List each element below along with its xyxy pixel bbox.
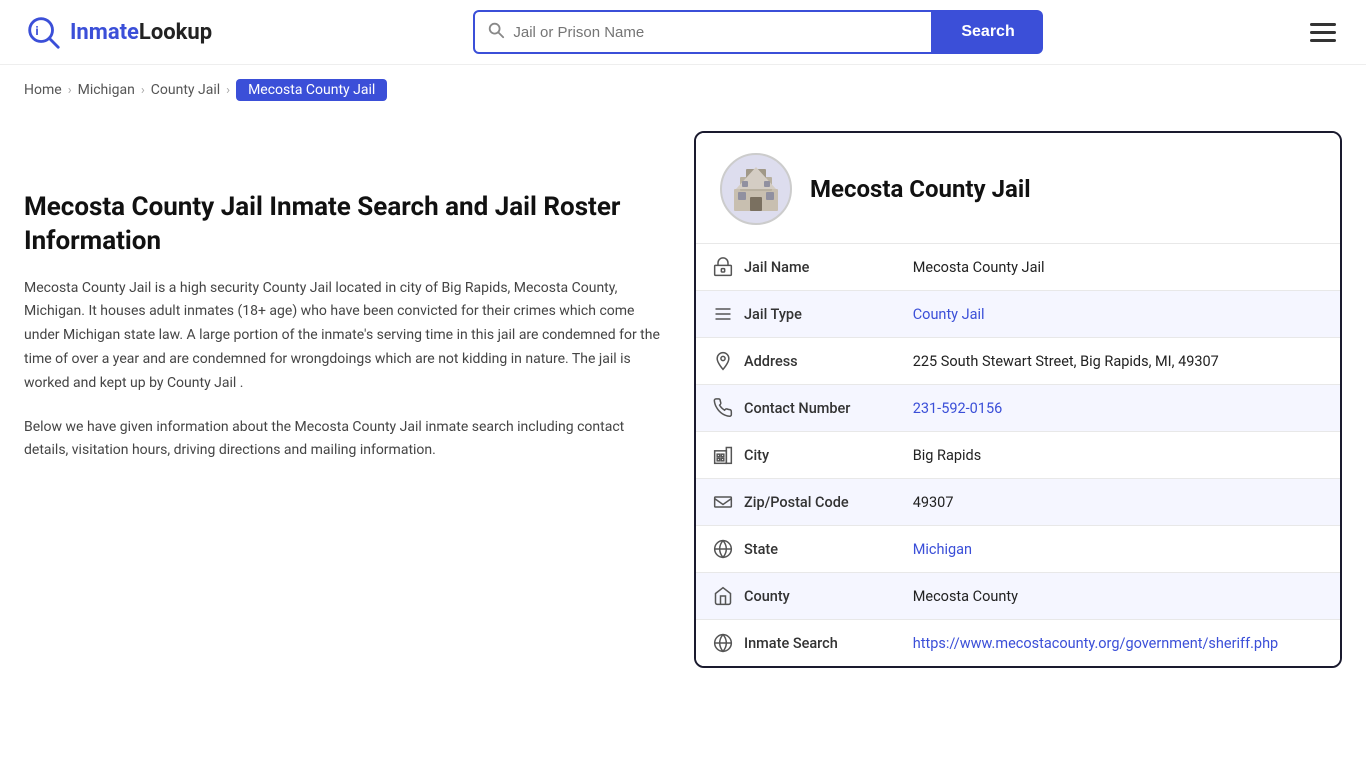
breadcrumb-home[interactable]: Home bbox=[24, 82, 62, 98]
search-area: Search bbox=[473, 10, 1042, 54]
table-row: Jail Type County Jail bbox=[696, 291, 1340, 338]
row-label: Contact Number bbox=[744, 400, 850, 417]
globe-icon bbox=[712, 539, 734, 559]
row-label: Address bbox=[744, 353, 798, 370]
row-label: State bbox=[744, 541, 778, 558]
row-label-cell: Jail Type bbox=[696, 291, 876, 337]
row-label: Zip/Postal Code bbox=[744, 494, 849, 511]
list-icon bbox=[712, 304, 734, 324]
menu-button[interactable] bbox=[1304, 17, 1342, 48]
table-row: State Michigan bbox=[696, 526, 1340, 573]
row-label: County bbox=[744, 588, 790, 605]
row-label-cell: Zip/Postal Code bbox=[696, 479, 876, 525]
row-label-cell: Inmate Search bbox=[696, 620, 876, 666]
table-row: County Mecosta County bbox=[696, 573, 1340, 620]
row-value-cell[interactable]: 231-592-0156 bbox=[897, 385, 1340, 432]
breadcrumb-michigan[interactable]: Michigan bbox=[78, 82, 135, 98]
row-value-cell: Mecosta County Jail bbox=[897, 244, 1340, 291]
breadcrumb-county-jail[interactable]: County Jail bbox=[151, 82, 220, 98]
row-value-cell[interactable]: Michigan bbox=[897, 526, 1340, 573]
row-value-cell[interactable]: County Jail bbox=[897, 291, 1340, 338]
breadcrumb-sep3: › bbox=[226, 83, 230, 98]
city-icon bbox=[712, 445, 734, 465]
row-label-cell: Jail Name bbox=[696, 244, 876, 290]
row-value-link[interactable]: County Jail bbox=[913, 306, 985, 323]
row-value-link[interactable]: https://www.mecostacounty.org/government… bbox=[913, 635, 1278, 652]
table-row: Jail Name Mecosta County Jail bbox=[696, 244, 1340, 291]
row-label-cell: City bbox=[696, 432, 876, 478]
search-input[interactable] bbox=[513, 24, 919, 41]
main-content: Mecosta County Jail Inmate Search and Ja… bbox=[0, 111, 1366, 708]
search-box bbox=[473, 10, 933, 54]
table-row: Contact Number 231-592-0156 bbox=[696, 385, 1340, 432]
breadcrumb-sep2: › bbox=[141, 83, 145, 98]
row-label: Inmate Search bbox=[744, 635, 838, 652]
row-label-cell: Address bbox=[696, 338, 876, 384]
row-value-cell: Mecosta County bbox=[897, 573, 1340, 620]
table-row: Address 225 South Stewart Street, Big Rap… bbox=[696, 338, 1340, 385]
page-description-2: Below we have given information about th… bbox=[24, 416, 664, 464]
row-label: Jail Type bbox=[744, 306, 802, 323]
table-row: Inmate Search https://www.mecostacounty.o… bbox=[696, 620, 1340, 667]
table-row: City Big Rapids bbox=[696, 432, 1340, 479]
jail-building-icon bbox=[726, 159, 786, 219]
row-value-cell: 49307 bbox=[897, 479, 1340, 526]
jail-icon bbox=[712, 257, 734, 277]
logo-text: InmateLookup bbox=[70, 20, 212, 45]
jail-info-table: Jail Name Mecosta County Jail Jail Type Cou… bbox=[696, 243, 1340, 666]
logo[interactable]: i InmateLookup bbox=[24, 13, 212, 51]
search-button[interactable]: Search bbox=[933, 10, 1042, 54]
row-value-cell[interactable]: https://www.mecostacounty.org/government… bbox=[897, 620, 1340, 667]
hamburger-line3 bbox=[1310, 39, 1336, 42]
right-column: Mecosta County Jail Jail Name Mecosta Cou… bbox=[694, 131, 1342, 668]
row-label-cell: Contact Number bbox=[696, 385, 876, 431]
breadcrumb: Home › Michigan › County Jail › Mecosta … bbox=[0, 65, 1366, 111]
row-label: City bbox=[744, 447, 769, 464]
row-label-cell: State bbox=[696, 526, 876, 572]
location-icon bbox=[712, 351, 734, 371]
jail-card-title: Mecosta County Jail bbox=[810, 175, 1031, 203]
row-value-cell: 225 South Stewart Street, Big Rapids, MI… bbox=[897, 338, 1340, 385]
hamburger-line1 bbox=[1310, 23, 1336, 26]
svg-text:i: i bbox=[35, 25, 38, 39]
left-column: Mecosta County Jail Inmate Search and Ja… bbox=[24, 131, 664, 668]
table-row: Zip/Postal Code 49307 bbox=[696, 479, 1340, 526]
jail-card: Mecosta County Jail Jail Name Mecosta Cou… bbox=[694, 131, 1342, 668]
header: i InmateLookup Search bbox=[0, 0, 1366, 65]
hamburger-line2 bbox=[1310, 31, 1336, 34]
row-label: Jail Name bbox=[744, 259, 809, 276]
globe2-icon bbox=[712, 633, 734, 653]
row-value-link[interactable]: Michigan bbox=[913, 541, 972, 558]
page-title: Mecosta County Jail Inmate Search and Ja… bbox=[24, 191, 664, 259]
row-label-cell: County bbox=[696, 573, 876, 619]
phone-icon bbox=[712, 398, 734, 418]
row-value-link[interactable]: 231-592-0156 bbox=[913, 400, 1003, 417]
mail-icon bbox=[712, 492, 734, 512]
jail-avatar bbox=[720, 153, 792, 225]
logo-icon: i bbox=[24, 13, 62, 51]
row-value-cell: Big Rapids bbox=[897, 432, 1340, 479]
breadcrumb-current: Mecosta County Jail bbox=[236, 79, 387, 101]
breadcrumb-sep1: › bbox=[68, 83, 72, 98]
search-icon bbox=[487, 21, 505, 43]
county-icon bbox=[712, 586, 734, 606]
jail-card-header: Mecosta County Jail bbox=[696, 133, 1340, 243]
page-description-1: Mecosta County Jail is a high security C… bbox=[24, 277, 664, 396]
